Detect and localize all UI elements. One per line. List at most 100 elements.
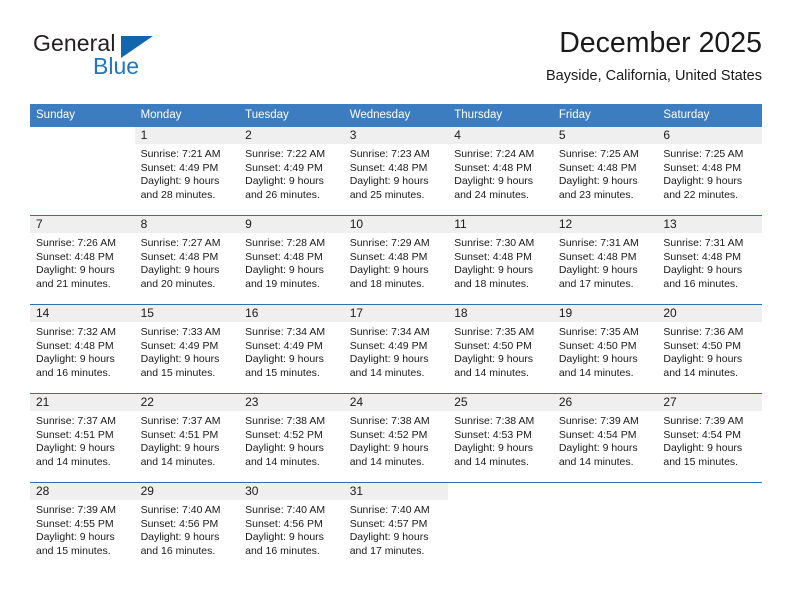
calendar-day-cell[interactable]: 31 Sunrise: 7:40 AM Sunset: 4:57 PM Dayligh… bbox=[343, 482, 449, 571]
day-cell-inner: 13 Sunrise: 7:31 AM Sunset: 4:48 PM Dayligh… bbox=[657, 216, 762, 304]
calendar-day-cell[interactable]: 28 Sunrise: 7:39 AM Sunset: 4:55 PM Dayligh… bbox=[30, 482, 135, 571]
day-details: Sunrise: 7:28 AM Sunset: 4:48 PM Daylight:… bbox=[239, 233, 344, 291]
daylight-duration-line2: and 14 minutes. bbox=[36, 455, 111, 468]
calendar-day-cell[interactable]: 20 Sunrise: 7:36 AM Sunset: 4:50 PM Dayligh… bbox=[657, 304, 762, 394]
calendar-day-cell[interactable]: 24 Sunrise: 7:38 AM Sunset: 4:52 PM Dayligh… bbox=[343, 393, 449, 483]
calendar-day-cell[interactable]: 27 Sunrise: 7:39 AM Sunset: 4:54 PM Dayligh… bbox=[657, 393, 762, 483]
day-details: Sunrise: 7:31 AM Sunset: 4:48 PM Daylight:… bbox=[553, 233, 658, 291]
calendar-day-cell[interactable]: 1 Sunrise: 7:21 AM Sunset: 4:49 PM Daylight… bbox=[134, 127, 240, 216]
calendar-day-cell[interactable]: 16 Sunrise: 7:34 AM Sunset: 4:49 PM Dayligh… bbox=[239, 304, 344, 394]
calendar-day-cell[interactable]: 18 Sunrise: 7:35 AM Sunset: 4:50 PM Dayligh… bbox=[448, 304, 553, 394]
sunrise-time: Sunrise: 7:35 AM bbox=[558, 326, 639, 338]
calendar-day-cell[interactable]: 8 Sunrise: 7:27 AM Sunset: 4:48 PM Daylight… bbox=[134, 215, 240, 305]
daylight-duration-line1: Daylight: 9 hours bbox=[245, 531, 324, 544]
day-cell-inner: 1 Sunrise: 7:21 AM Sunset: 4:49 PM Daylight… bbox=[134, 127, 240, 215]
sunrise-time: Sunrise: 7:23 AM bbox=[349, 148, 430, 160]
sunset-time: Sunset: 4:50 PM bbox=[663, 339, 742, 352]
day-number: 2 bbox=[239, 127, 344, 144]
calendar-day-cell[interactable]: 9 Sunrise: 7:28 AM Sunset: 4:48 PM Daylight… bbox=[239, 215, 344, 305]
calendar-day-cell-empty bbox=[30, 127, 135, 216]
calendar-week-row: 7 Sunrise: 7:26 AM Sunset: 4:48 PM Daylight… bbox=[30, 215, 762, 305]
sunset-time: Sunset: 4:48 PM bbox=[349, 250, 428, 263]
calendar-day-cell[interactable]: 19 Sunrise: 7:35 AM Sunset: 4:50 PM Dayligh… bbox=[552, 304, 658, 394]
calendar-day-cell[interactable]: 25 Sunrise: 7:38 AM Sunset: 4:53 PM Dayligh… bbox=[448, 393, 553, 483]
daylight-duration-line1: Daylight: 9 hours bbox=[140, 353, 220, 366]
day-details: Sunrise: 7:32 AM Sunset: 4:48 PM Daylight:… bbox=[30, 322, 135, 380]
sunrise-time: Sunrise: 7:40 AM bbox=[245, 504, 326, 516]
calendar-day-cell[interactable]: 22 Sunrise: 7:37 AM Sunset: 4:51 PM Dayligh… bbox=[134, 393, 240, 483]
daylight-duration-line2: and 20 minutes. bbox=[140, 277, 216, 290]
calendar-day-cell[interactable]: 5 Sunrise: 7:25 AM Sunset: 4:48 PM Daylight… bbox=[552, 127, 658, 216]
calendar-day-cell[interactable]: 29 Sunrise: 7:40 AM Sunset: 4:56 PM Dayligh… bbox=[134, 482, 240, 571]
sunrise-time: Sunrise: 7:38 AM bbox=[245, 415, 326, 427]
calendar-day-cell[interactable]: 4 Sunrise: 7:24 AM Sunset: 4:48 PM Daylight… bbox=[448, 127, 553, 216]
day-details: Sunrise: 7:38 AM Sunset: 4:53 PM Daylight:… bbox=[448, 411, 553, 469]
day-number bbox=[657, 483, 762, 500]
sunrise-time: Sunrise: 7:40 AM bbox=[349, 504, 430, 516]
calendar-day-cell[interactable]: 23 Sunrise: 7:38 AM Sunset: 4:52 PM Dayligh… bbox=[239, 393, 344, 483]
daylight-duration-line2: and 17 minutes. bbox=[558, 277, 634, 290]
day-details: Sunrise: 7:29 AM Sunset: 4:48 PM Daylight:… bbox=[344, 233, 449, 291]
calendar-day-cell[interactable]: 21 Sunrise: 7:37 AM Sunset: 4:51 PM Dayligh… bbox=[30, 393, 135, 483]
day-details: Sunrise: 7:31 AM Sunset: 4:48 PM Daylight:… bbox=[657, 233, 762, 291]
day-details: Sunrise: 7:40 AM Sunset: 4:56 PM Daylight:… bbox=[135, 500, 240, 558]
day-cell-inner bbox=[30, 127, 135, 215]
sunrise-time: Sunrise: 7:21 AM bbox=[140, 148, 221, 160]
calendar-day-cell[interactable]: 7 Sunrise: 7:26 AM Sunset: 4:48 PM Daylight… bbox=[30, 215, 135, 305]
general-blue-logo[interactable]: General Blue bbox=[33, 30, 213, 88]
day-details: Sunrise: 7:21 AM Sunset: 4:49 PM Daylight:… bbox=[135, 144, 240, 202]
day-number: 10 bbox=[343, 216, 449, 233]
calendar-day-cell[interactable]: 26 Sunrise: 7:39 AM Sunset: 4:54 PM Dayligh… bbox=[552, 393, 658, 483]
sunrise-time: Sunrise: 7:30 AM bbox=[454, 237, 535, 249]
day-cell-inner: 6 Sunrise: 7:25 AM Sunset: 4:48 PM Daylight… bbox=[657, 127, 762, 215]
sunrise-time: Sunrise: 7:24 AM bbox=[454, 148, 535, 160]
calendar-day-cell[interactable]: 10 Sunrise: 7:29 AM Sunset: 4:48 PM Dayligh… bbox=[343, 215, 449, 305]
calendar-day-cell[interactable]: 11 Sunrise: 7:30 AM Sunset: 4:48 PM Dayligh… bbox=[448, 215, 553, 305]
daylight-duration-line2: and 14 minutes. bbox=[558, 366, 634, 379]
sunset-time: Sunset: 4:48 PM bbox=[245, 250, 323, 263]
calendar-day-cell[interactable]: 6 Sunrise: 7:25 AM Sunset: 4:48 PM Daylight… bbox=[657, 127, 762, 216]
day-cell-inner: 11 Sunrise: 7:30 AM Sunset: 4:48 PM Dayligh… bbox=[448, 216, 553, 304]
calendar-day-cell[interactable]: 17 Sunrise: 7:34 AM Sunset: 4:49 PM Dayligh… bbox=[343, 304, 449, 394]
calendar-day-cell[interactable]: 15 Sunrise: 7:33 AM Sunset: 4:49 PM Dayligh… bbox=[134, 304, 240, 394]
logo-text-blue: Blue bbox=[93, 53, 140, 79]
sunset-time: Sunset: 4:49 PM bbox=[349, 339, 428, 352]
daylight-duration-line2: and 26 minutes. bbox=[245, 188, 320, 201]
day-details: Sunrise: 7:36 AM Sunset: 4:50 PM Daylight:… bbox=[657, 322, 762, 380]
day-cell-inner bbox=[552, 483, 658, 571]
sunrise-time: Sunrise: 7:25 AM bbox=[663, 148, 744, 160]
calendar-day-cell[interactable]: 14 Sunrise: 7:32 AM Sunset: 4:48 PM Dayligh… bbox=[30, 304, 135, 394]
sunrise-time: Sunrise: 7:37 AM bbox=[36, 415, 116, 427]
day-cell-inner: 5 Sunrise: 7:25 AM Sunset: 4:48 PM Daylight… bbox=[552, 127, 658, 215]
day-number: 5 bbox=[552, 127, 658, 144]
daylight-duration-line2: and 15 minutes. bbox=[245, 366, 320, 379]
sunset-time: Sunset: 4:49 PM bbox=[245, 339, 323, 352]
sunrise-time: Sunrise: 7:31 AM bbox=[663, 237, 744, 249]
daylight-duration-line1: Daylight: 9 hours bbox=[349, 353, 429, 366]
day-number: 24 bbox=[343, 394, 449, 411]
sunset-time: Sunset: 4:48 PM bbox=[454, 250, 532, 263]
calendar-day-cell[interactable]: 30 Sunrise: 7:40 AM Sunset: 4:56 PM Dayligh… bbox=[239, 482, 344, 571]
calendar-day-cell[interactable]: 13 Sunrise: 7:31 AM Sunset: 4:48 PM Dayligh… bbox=[657, 215, 762, 305]
sunset-time: Sunset: 4:50 PM bbox=[558, 339, 637, 352]
calendar-day-cell[interactable]: 3 Sunrise: 7:23 AM Sunset: 4:48 PM Daylight… bbox=[343, 127, 449, 216]
daylight-duration-line1: Daylight: 9 hours bbox=[349, 175, 429, 188]
day-cell-inner: 10 Sunrise: 7:29 AM Sunset: 4:48 PM Dayligh… bbox=[343, 216, 449, 304]
sunset-time: Sunset: 4:53 PM bbox=[454, 428, 532, 441]
sunset-time: Sunset: 4:50 PM bbox=[454, 339, 532, 352]
sunrise-time: Sunrise: 7:34 AM bbox=[349, 326, 430, 338]
sunset-time: Sunset: 4:56 PM bbox=[245, 517, 323, 530]
calendar-week-row: 28 Sunrise: 7:39 AM Sunset: 4:55 PM Dayligh… bbox=[30, 482, 762, 571]
sunset-time: Sunset: 4:48 PM bbox=[558, 250, 637, 263]
page-header: General Blue December 2025 Bayside, Cali… bbox=[30, 26, 762, 96]
daylight-duration-line1: Daylight: 9 hours bbox=[140, 531, 220, 544]
day-details: Sunrise: 7:22 AM Sunset: 4:49 PM Daylight:… bbox=[239, 144, 344, 202]
calendar-body: 1 Sunrise: 7:21 AM Sunset: 4:49 PM Daylight… bbox=[30, 127, 762, 571]
day-cell-inner: 12 Sunrise: 7:31 AM Sunset: 4:48 PM Dayligh… bbox=[552, 216, 658, 304]
day-number bbox=[448, 483, 553, 500]
sunrise-time: Sunrise: 7:31 AM bbox=[558, 237, 639, 249]
calendar-day-cell[interactable]: 2 Sunrise: 7:22 AM Sunset: 4:49 PM Daylight… bbox=[239, 127, 344, 216]
daylight-duration-line2: and 24 minutes. bbox=[454, 188, 529, 201]
sunset-time: Sunset: 4:48 PM bbox=[349, 161, 428, 174]
calendar-day-cell[interactable]: 12 Sunrise: 7:31 AM Sunset: 4:48 PM Dayligh… bbox=[552, 215, 658, 305]
